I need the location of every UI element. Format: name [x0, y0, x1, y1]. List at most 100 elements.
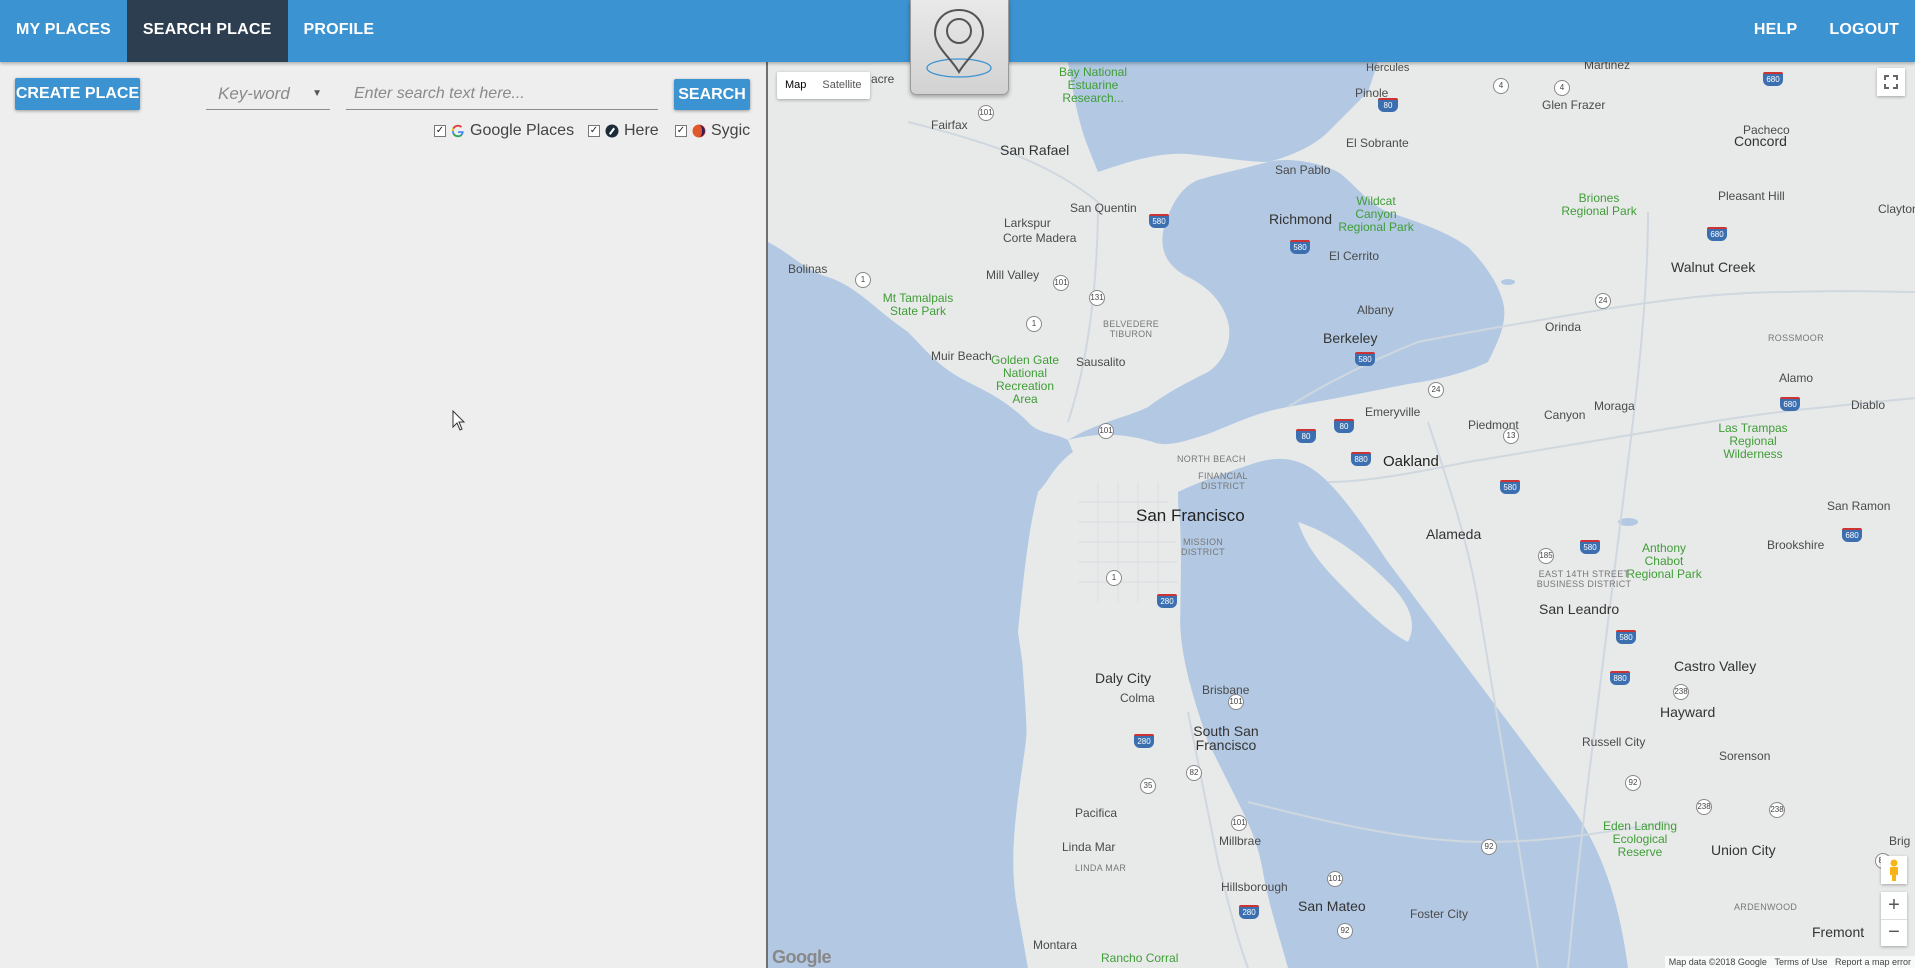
- interstate-shield: 580: [1616, 630, 1636, 644]
- route-marker: 1: [855, 272, 871, 288]
- provider-here[interactable]: ✓ Here: [588, 121, 659, 141]
- caret-down-icon: ▼: [312, 88, 322, 99]
- city-label: Bolinas: [788, 262, 828, 276]
- nav-my-places[interactable]: MY PLACES: [0, 0, 127, 62]
- city-label: Walnut Creek: [1671, 259, 1756, 275]
- map-view[interactable]: San Francisco Oakland Berkeley Richmond …: [768, 62, 1915, 968]
- route-marker: 1: [1026, 316, 1042, 332]
- city-label: Clayton: [1878, 202, 1915, 216]
- route-marker: 35: [1140, 778, 1156, 794]
- map-attribution: Map data ©2018 Google Terms of Use Repor…: [1664, 956, 1915, 968]
- city-label: Alameda: [1426, 526, 1482, 542]
- route-marker: 4: [1554, 80, 1570, 96]
- interstate-shield: 680: [1780, 397, 1800, 411]
- zoom-control: + −: [1881, 892, 1907, 946]
- google-checkbox[interactable]: ✓: [434, 125, 446, 137]
- map-type-control: Map Satellite: [777, 72, 870, 99]
- city-label: South San Francisco: [1193, 723, 1259, 753]
- city-label: Brig: [1889, 834, 1911, 848]
- city-label: Fremont: [1812, 924, 1865, 940]
- mouse-cursor-icon: [452, 410, 466, 431]
- provider-sygic-label: Sygic: [711, 122, 751, 139]
- park-label: Mt Tamalpais State Park: [882, 291, 954, 318]
- route-marker: 92: [1625, 775, 1641, 791]
- map-pin-logo-icon: [926, 8, 992, 78]
- search-input[interactable]: [346, 78, 658, 110]
- district-label: FINANCIAL DISTRICT: [1198, 471, 1248, 491]
- route-marker: 185: [1538, 548, 1554, 564]
- fullscreen-button[interactable]: [1877, 68, 1905, 96]
- district-label: MISSION DISTRICT: [1181, 537, 1225, 557]
- terms-link[interactable]: Terms of Use: [1774, 957, 1827, 967]
- provider-google[interactable]: ✓ Google Places: [434, 121, 574, 141]
- provider-here-label: Here: [624, 122, 659, 139]
- district-label: LINDA MAR: [1075, 863, 1127, 873]
- map-type-map-button[interactable]: Map: [777, 72, 814, 99]
- report-error-link[interactable]: Report a map error: [1835, 957, 1911, 967]
- district-label: EAST 14TH STREET BUSINESS DISTRICT: [1536, 569, 1632, 589]
- provider-sygic[interactable]: ✓ Sygic: [675, 121, 750, 141]
- city-label: Castro Valley: [1674, 658, 1757, 674]
- city-label: Mill Valley: [986, 268, 1040, 282]
- nav-help[interactable]: HELP: [1738, 0, 1813, 62]
- city-label: Brookshire: [1767, 538, 1825, 552]
- district-label: ARDENWOOD: [1734, 902, 1798, 912]
- park-label: Briones Regional Park: [1561, 191, 1637, 218]
- city-label: Martinez: [1584, 62, 1631, 72]
- search-panel: CREATE PLACE Key-word ▼ SEARCH ✓ Google …: [0, 62, 768, 968]
- attribution-text: Map data ©2018 Google: [1668, 957, 1767, 967]
- city-label: San Leandro: [1539, 601, 1620, 617]
- city-label: Foster City: [1410, 907, 1469, 921]
- city-label: Richmond: [1269, 211, 1333, 227]
- city-label: Muir Beach: [931, 349, 992, 363]
- city-label: Canyon: [1544, 408, 1586, 422]
- city-label: San Quentin: [1070, 201, 1137, 215]
- city-label: Glen Frazer: [1542, 98, 1606, 112]
- city-label: Daly City: [1095, 670, 1152, 686]
- park-label: Golden Gate National Recreation Area: [990, 353, 1060, 406]
- sygic-icon: [692, 124, 706, 138]
- create-place-button[interactable]: CREATE PLACE: [15, 78, 140, 110]
- route-marker: 238: [1696, 799, 1712, 815]
- nav-profile[interactable]: PROFILE: [288, 0, 391, 62]
- interstate-shield: 580: [1355, 352, 1375, 366]
- route-marker: 238: [1673, 684, 1689, 700]
- park-label: Rancho Corral: [1101, 951, 1179, 965]
- city-label: Montara: [1033, 938, 1078, 952]
- park-label: Wildcat Canyon Regional Park: [1338, 194, 1414, 234]
- interstate-shield: 580: [1580, 540, 1600, 554]
- nav-logout[interactable]: LOGOUT: [1813, 0, 1915, 62]
- route-marker: 101: [1231, 815, 1247, 831]
- route-marker: 13: [1503, 428, 1519, 444]
- city-label: Sausalito: [1076, 355, 1126, 369]
- interstate-shield: 80: [1334, 419, 1354, 433]
- map-type-satellite-button[interactable]: Satellite: [814, 72, 869, 99]
- search-button[interactable]: SEARCH: [674, 79, 750, 110]
- here-checkbox[interactable]: ✓: [588, 125, 600, 137]
- interstate-shield: 880: [1610, 671, 1630, 685]
- district-label: ROSSMOOR: [1768, 333, 1824, 343]
- city-label: San Rafael: [1000, 142, 1070, 158]
- nav-search-place[interactable]: SEARCH PLACE: [126, 0, 288, 62]
- city-label: Oakland: [1383, 453, 1439, 470]
- sygic-checkbox[interactable]: ✓: [675, 125, 687, 137]
- app-logo[interactable]: [910, 0, 1009, 95]
- nav-left: MY PLACES SEARCH PLACE PROFILE: [0, 0, 390, 62]
- zoom-out-button[interactable]: −: [1881, 920, 1907, 946]
- city-label: Berkeley: [1323, 330, 1378, 346]
- pegman-icon: [1890, 859, 1898, 881]
- route-marker: 131: [1089, 290, 1105, 306]
- city-label: El Cerrito: [1329, 249, 1380, 263]
- city-label: Fairfax: [931, 118, 968, 132]
- route-marker: 92: [1481, 839, 1497, 855]
- zoom-in-button[interactable]: +: [1881, 892, 1907, 920]
- google-logo: Google: [772, 947, 832, 967]
- street-view-button[interactable]: [1881, 856, 1907, 884]
- city-label: Larkspur: [1004, 216, 1051, 230]
- keyword-select[interactable]: Key-word ▼: [206, 78, 330, 110]
- interstate-shield: 880: [1351, 452, 1371, 466]
- city-label: Pleasant Hill: [1718, 189, 1785, 203]
- city-label: Pacheco: [1743, 123, 1790, 137]
- fullscreen-icon: [1884, 75, 1898, 89]
- park-label: Bay National Estuarine Research...: [1058, 65, 1128, 105]
